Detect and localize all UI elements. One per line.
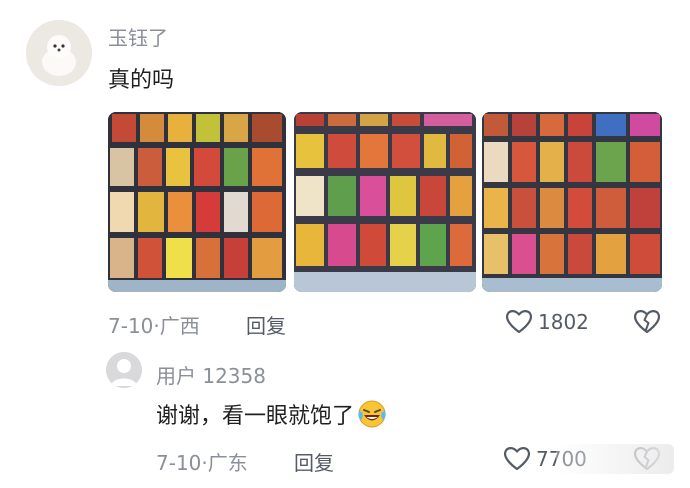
comment-meta: 7-10·广西 bbox=[108, 310, 200, 339]
laughing-tears-emoji-icon bbox=[357, 399, 387, 429]
comment-photo-3[interactable] bbox=[482, 112, 662, 292]
comment-photo-2[interactable] bbox=[294, 112, 476, 292]
reply-text: 谢谢，看一眼就饱了 bbox=[156, 404, 355, 429]
reply-date: 7-10 bbox=[156, 451, 202, 475]
comment-text: 真的吗 bbox=[108, 68, 175, 93]
reply-avatar[interactable] bbox=[106, 352, 142, 388]
heart-outline-icon[interactable] bbox=[504, 307, 534, 335]
comment-reply-button[interactable]: 回复 bbox=[246, 310, 286, 339]
reply-content: 谢谢，看一眼就饱了 bbox=[156, 398, 387, 430]
watermark-overlay bbox=[556, 444, 674, 474]
comment-location: 广西 bbox=[159, 314, 200, 338]
comment-photo-1[interactable] bbox=[108, 112, 286, 292]
heart-outline-icon[interactable] bbox=[502, 444, 532, 472]
comment-date: 7-10 bbox=[108, 314, 154, 338]
commenter-username[interactable]: 玉钰了 bbox=[108, 22, 168, 51]
comment-like-count: 1802 bbox=[538, 310, 589, 334]
commenter-avatar[interactable] bbox=[26, 20, 92, 86]
reply-location: 广东 bbox=[207, 451, 248, 475]
broken-heart-icon[interactable] bbox=[632, 307, 662, 335]
reply-username[interactable]: 用户 12358 bbox=[156, 360, 266, 389]
reply-meta: 7-10·广东 bbox=[156, 447, 248, 476]
reply-reply-button[interactable]: 回复 bbox=[294, 447, 334, 476]
